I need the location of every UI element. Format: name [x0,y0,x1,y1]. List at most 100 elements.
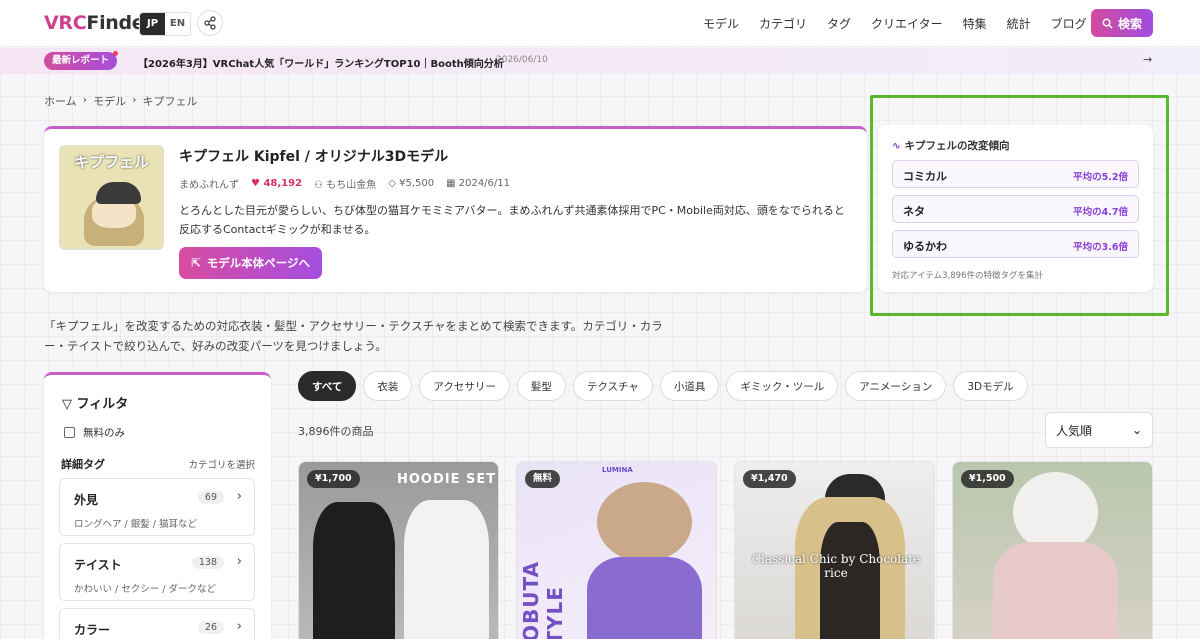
sort-select[interactable]: 人気順 ⌄ [1045,412,1153,448]
product-date: ▦ 2024/6/11 [446,178,510,189]
tab-texture[interactable]: テクスチャ [572,371,653,401]
group-name: カラー [74,623,111,637]
model-page-button[interactable]: ⇱ モデル本体ページへ [179,247,322,279]
tab-all[interactable]: すべて [298,371,357,401]
thumbnail-art [96,182,141,204]
filter-group-taste[interactable]: テイスト 138 › かわいい / セクシー / ダークなど [59,543,255,601]
price-badge: ¥1,500 [961,470,1014,488]
nav-categories[interactable]: カテゴリ [759,15,807,32]
product-item[interactable]: ¥1,500 [952,461,1153,639]
thumbnail-title: キプフェル [73,153,149,171]
trend-item[interactable]: コミカル 平均の5.2倍 [892,160,1139,188]
product-image-art [587,557,702,639]
price-badge: ¥1,700 [307,470,360,488]
product-image-art [313,502,395,639]
chevron-right-icon: › [236,554,242,569]
product-caption: HOODIE SET [397,472,497,487]
detail-tags-label: 詳細タグ [61,458,105,471]
banner-date: 2026/06/10 [496,55,548,65]
group-name: テイスト [74,558,122,572]
group-sub: かわいい / セクシー / ダークなど [74,584,216,595]
filter-group-color[interactable]: カラー 26 › [59,608,255,639]
site-header: VRCFinder JP EN モデル カテゴリ タグ クリエイター 特集 統計… [0,0,1200,47]
chevron-down-icon: ⌄ [1131,423,1142,437]
user-icon: ⚇ [314,180,324,191]
nav-tags[interactable]: タグ [827,15,851,32]
tab-props[interactable]: 小道具 [659,371,720,401]
likes-value: 48,192 [263,178,303,189]
lang-jp-button[interactable]: JP [140,13,165,35]
product-image-art [404,500,489,639]
search-button[interactable]: 検索 [1091,9,1153,37]
product-description: とろんとした目元が愛らしい、ちび体型の猫耳ケモミミアバター。まめふれんず共通素体… [179,204,845,236]
trend-title: ∿ キプフェルの改変傾向 [892,138,1009,153]
tab-clothing[interactable]: 衣装 [363,371,413,401]
search-icon [1102,18,1113,29]
tab-accessory[interactable]: アクセサリー [419,371,510,401]
trend-item[interactable]: ネタ 平均の4.7倍 [892,195,1139,223]
trend-item-name: ネタ [903,205,925,218]
free-only-label: 無料のみ [83,427,125,439]
share-button[interactable] [197,10,223,36]
price-value: ¥5,500 [399,178,435,189]
logo-part-vrc: VRC [44,12,87,34]
filter-group-appearance[interactable]: 外見 69 › ロングヘア / 銀髪 / 猫耳など [59,478,255,536]
share-icon [204,16,216,30]
checkbox-box[interactable] [64,427,75,438]
trend-item-value: 平均の4.7倍 [1073,207,1128,218]
tab-gimmick-tools[interactable]: ギミック・ツール [726,371,839,401]
product-card: キプフェル キプフェル Kipfel / オリジナル3Dモデル まめふれんず ♥… [44,126,867,292]
site-logo[interactable]: VRCFinder [44,12,154,34]
new-report-badge: 最新レポート [44,51,119,70]
banner-text[interactable]: 【2026年3月】VRChat人気「ワールド」ランキングTOP10｜Booth傾… [138,55,504,70]
sort-value: 人気順 [1056,423,1093,438]
product-item[interactable]: ¥1,700 HOODIE SET [298,461,499,639]
heart-icon: ♥ [251,178,260,189]
nav-stats[interactable]: 統計 [1007,15,1031,32]
likes-count: ♥ 48,192 [251,178,302,189]
category-select-link[interactable]: カテゴリを選択 [188,457,255,471]
trend-item[interactable]: ゆるかわ 平均の3.6倍 [892,230,1139,258]
nav-features[interactable]: 特集 [963,15,987,32]
nav-blog[interactable]: ブログ [1051,15,1087,32]
group-count: 26 [197,621,224,634]
breadcrumb: ホーム › モデル › キプフェル [44,93,197,109]
product-item[interactable]: ¥1,470 Classical Chic by Chocolate rice [734,461,935,639]
trend-title-text: キプフェルの改変傾向 [904,140,1010,152]
price-badge: ¥1,470 [743,470,796,488]
product-author[interactable]: ⚇ もち山金魚 [314,176,376,191]
lang-en-button[interactable]: EN [165,13,190,35]
arrow-right-icon[interactable]: → [1143,53,1152,66]
chevron-right-icon: › [132,93,137,106]
breadcrumb-current: キプフェル [142,95,198,108]
product-item[interactable]: 無料 LUMINA OOBUTA STYLE [516,461,717,639]
tag-icon: ◇ [388,178,396,189]
chevron-right-icon: › [236,489,242,504]
model-page-button-label: モデル本体ページへ [206,256,310,270]
trend-item-name: ゆるかわ [903,240,947,253]
filter-title-text: フィルタ [76,397,129,412]
report-banner[interactable]: 最新レポート 【2026年3月】VRChat人気「ワールド」ランキングTOP10… [0,48,1200,74]
tab-hair[interactable]: 髪型 [516,371,566,401]
group-name: 外見 [74,493,99,507]
breadcrumb-models[interactable]: モデル [93,93,126,109]
nav-models[interactable]: モデル [703,15,739,32]
group-count: 69 [197,491,224,504]
trend-footer: 対応アイテム3,896件の特徴タグを集計 [892,271,1043,281]
trend-item-name: コミカル [903,170,947,183]
product-image-art [993,542,1118,639]
breadcrumb-home[interactable]: ホーム [44,93,77,109]
product-meta: まめふれんず ♥ 48,192 ⚇ もち山金魚 ◇ ¥5,500 ▦ 2024/… [179,176,510,191]
category-tabs: すべて 衣装 アクセサリー 髪型 テクスチャ 小道具 ギミック・ツール アニメー… [298,371,1028,401]
tab-animation[interactable]: アニメーション [845,371,947,401]
external-link-icon: ⇱ [191,256,201,270]
free-only-checkbox[interactable]: 無料のみ [64,425,125,440]
tab-3d-model[interactable]: 3Dモデル [953,371,1028,401]
nav-creators[interactable]: クリエイター [871,15,943,32]
price-badge: 無料 [525,470,561,488]
filter-icon: ▽ [62,397,72,412]
author-value: もち山金魚 [326,180,377,191]
activity-icon: ∿ [892,140,901,152]
group-count: 138 [191,556,224,569]
product-creator[interactable]: まめふれんず [179,176,239,191]
